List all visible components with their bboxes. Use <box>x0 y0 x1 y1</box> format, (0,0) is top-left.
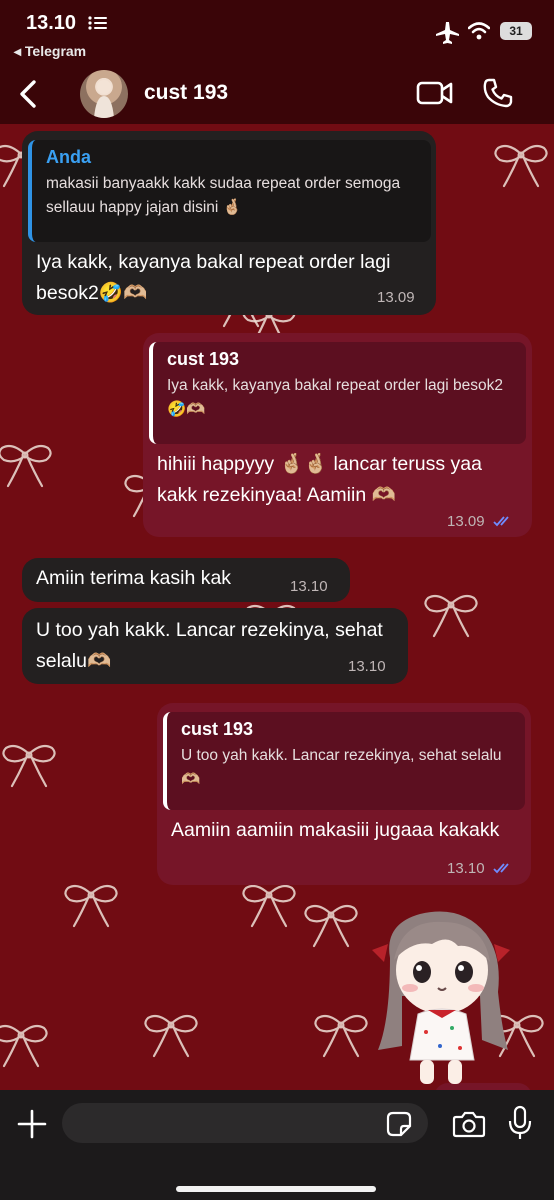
microphone-icon[interactable] <box>508 1105 532 1141</box>
message-bubble-incoming[interactable]: Amiin terima kasih kak 13.10 <box>22 558 350 602</box>
contact-name[interactable]: cust 193 <box>144 81 228 105</box>
bow-decoration <box>60 880 122 932</box>
chevron-left-icon[interactable] <box>14 78 44 110</box>
reply-quote[interactable]: Anda makasii banyaakk kakk sudaa repeat … <box>28 140 431 242</box>
message-time: 13.09 <box>447 513 515 531</box>
home-indicator[interactable] <box>176 1186 376 1192</box>
back-to-app-link[interactable]: ◂ Telegram <box>14 43 86 60</box>
plus-icon[interactable] <box>16 1108 48 1140</box>
message-time: 13.10 <box>290 578 328 595</box>
chat-header: cust 193 <box>0 64 554 124</box>
reply-text: Iya kakk, kayanya bakal repeat order lag… <box>167 377 504 418</box>
airplane-icon <box>436 22 460 49</box>
sticker-girl[interactable] <box>362 900 522 1090</box>
reply-text: U too yah kakk. Lancar rezekinya, sehat … <box>181 747 502 788</box>
reply-text: makasii banyaakk kakk sudaa repeat order… <box>46 175 401 216</box>
reply-sender-name: cust 193 <box>167 349 240 369</box>
double-check-icon <box>493 861 515 878</box>
bow-decoration <box>0 440 56 492</box>
message-text: Amiin terima kasih kak <box>36 567 232 589</box>
message-time-label: 13.09 <box>447 513 485 530</box>
bow-decoration <box>300 900 362 952</box>
status-time: 13.10 <box>26 12 77 34</box>
bow-decoration <box>140 1010 202 1062</box>
status-bar: 13.10 ◂ Telegram 31 <box>0 0 554 64</box>
message-time: 13.10 <box>447 860 515 878</box>
video-camera-icon[interactable] <box>416 79 454 107</box>
message-text: Iya kakk, kayanya bakal repeat order lag… <box>36 251 391 304</box>
wifi-icon <box>467 22 491 45</box>
reply-sender-name: Anda <box>46 147 91 167</box>
battery-indicator: 31 <box>500 22 532 40</box>
phone-icon[interactable] <box>482 77 514 109</box>
double-check-icon <box>493 514 515 531</box>
message-time: 13.10 <box>348 658 386 675</box>
message-bubble-outgoing[interactable]: cust 193 Iya kakk, kayanya bakal repeat … <box>143 333 532 537</box>
message-bubble-incoming[interactable]: Anda makasii banyaakk kakk sudaa repeat … <box>22 131 436 315</box>
bow-decoration <box>490 140 552 192</box>
message-bubble-incoming[interactable]: U too yah kakk. Lancar rezekinya, sehat … <box>22 608 408 684</box>
message-composer <box>0 1090 554 1200</box>
sticker-icon[interactable] <box>386 1111 412 1137</box>
bow-decoration <box>0 740 60 792</box>
bow-decoration <box>238 880 300 932</box>
message-time-label: 13.10 <box>447 860 485 877</box>
message-bubble-outgoing[interactable]: cust 193 U too yah kakk. Lancar rezekiny… <box>157 703 531 885</box>
bow-decoration <box>420 590 482 642</box>
message-text: Aamiin aamiin makasiii jugaaa kakakk <box>171 819 500 841</box>
list-icon <box>88 16 108 35</box>
reply-quote[interactable]: cust 193 Iya kakk, kayanya bakal repeat … <box>149 342 526 444</box>
contact-avatar[interactable] <box>80 70 128 118</box>
message-time: 13.09 <box>377 289 415 306</box>
camera-icon[interactable] <box>452 1110 486 1138</box>
reply-quote[interactable]: cust 193 U too yah kakk. Lancar rezekiny… <box>163 712 525 810</box>
reply-sender-name: cust 193 <box>181 719 254 739</box>
message-input[interactable] <box>62 1103 428 1143</box>
message-text: hihiii happyyy 🤞🏼🤞🏼 lancar teruss yaa ka… <box>157 453 482 506</box>
bow-decoration <box>0 1020 52 1072</box>
